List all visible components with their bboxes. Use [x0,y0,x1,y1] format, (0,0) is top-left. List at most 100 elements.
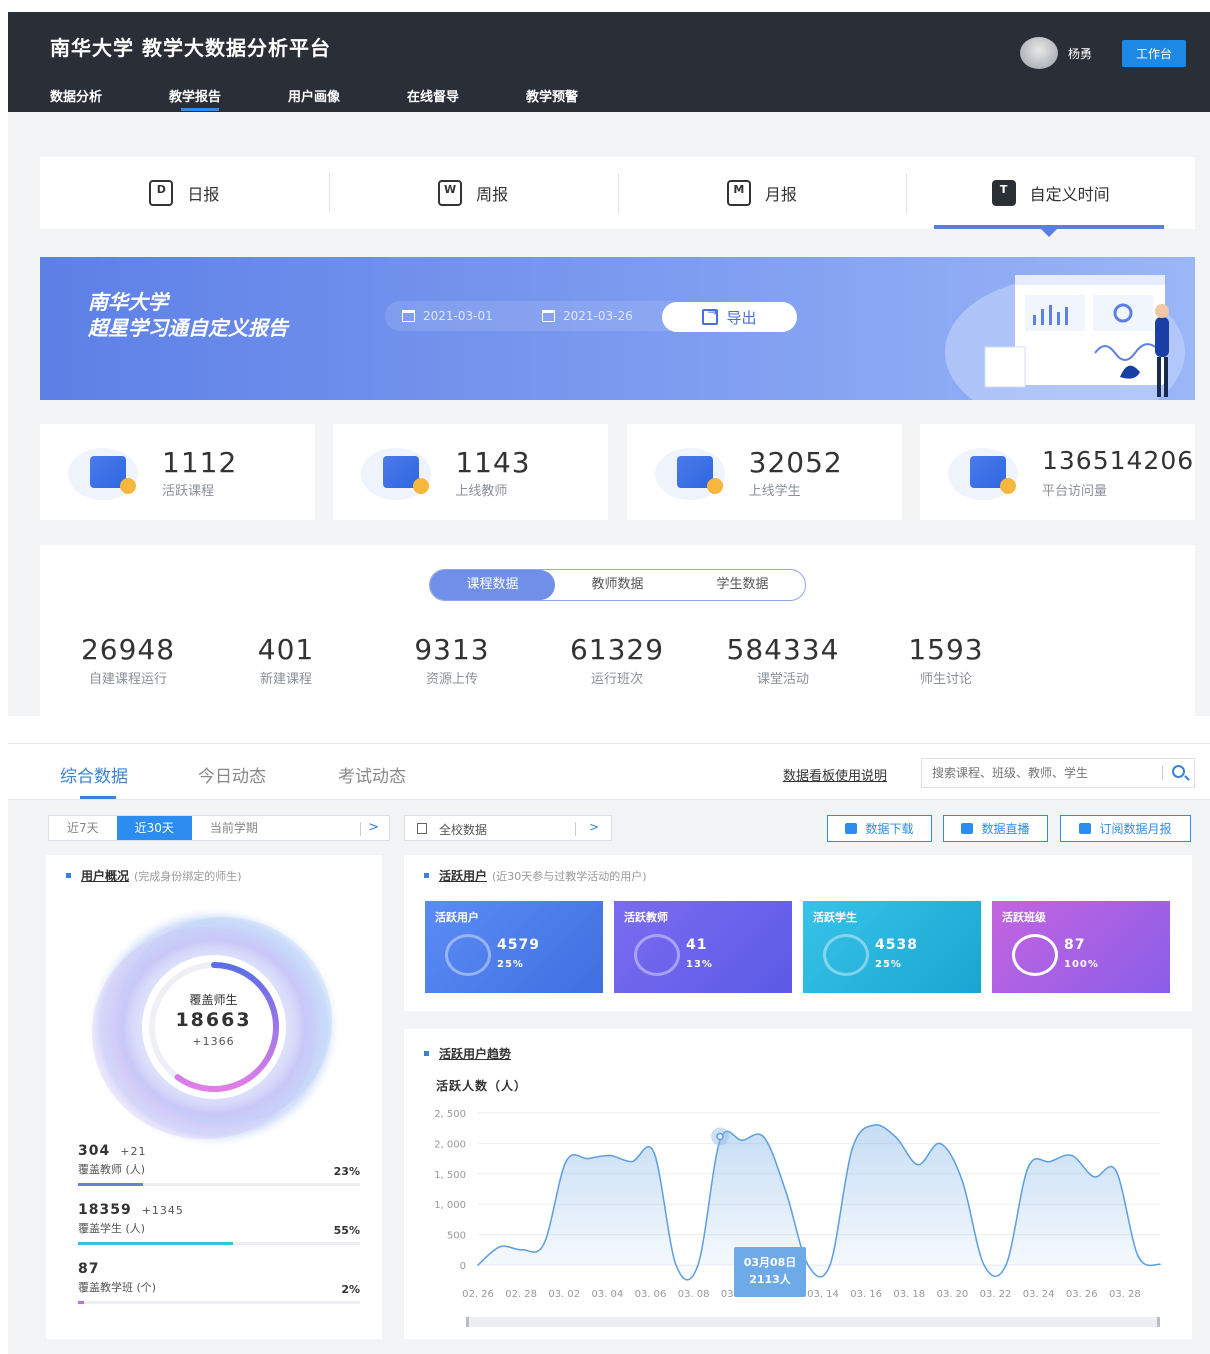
data-point[interactable] [1027,1166,1029,1169]
data-download-button[interactable]: 数据下载 [827,815,932,842]
data-point[interactable] [697,1264,699,1266]
data-point[interactable] [499,1245,501,1248]
data-point[interactable] [1049,1160,1051,1163]
slider-handle-left[interactable] [466,1317,469,1327]
data-type-switch: 课程数据 教师数据 学生数据 [429,569,806,601]
stat-value: 26948 [80,633,176,666]
cov-value: 304 [78,1143,111,1159]
tab-weekly-report[interactable]: W 周报 [328,157,618,229]
highlight-point[interactable] [716,1132,724,1141]
download-icon [845,823,858,834]
data-point[interactable] [631,1160,633,1163]
search-input[interactable] [922,759,1157,787]
data-point[interactable] [895,1136,897,1139]
data-point[interactable] [1159,1263,1161,1266]
filter-last-30-days[interactable]: 近30天 [116,816,192,840]
nav-item-data-analysis[interactable]: 数据分析 [50,86,169,112]
active-tab-pointer [1041,229,1057,237]
course-data-panel: 课程数据 教师数据 学生数据 26948 自建课程运行 401 新建课程 931… [40,545,1195,716]
data-point[interactable] [939,1142,941,1145]
avatar[interactable] [1019,37,1058,69]
workbench-button[interactable]: 工作台 [1121,39,1186,67]
segment-course-data[interactable]: 课程数据 [430,570,555,600]
data-point[interactable] [1115,1169,1117,1172]
tab-label: 自定义时间 [1029,185,1110,204]
x-tick-label: 03. 22 [980,1289,1012,1300]
stat-value: 401 [257,633,315,666]
trend-tooltip: 03月08日 2113人 [734,1247,806,1297]
start-date-picker[interactable]: 2021-03-01 [402,309,493,323]
data-point[interactable] [521,1249,523,1251]
slider-handle-right[interactable] [1157,1317,1160,1327]
tab-custom-time[interactable]: T 自定义时间 [906,157,1195,229]
filter-current-term[interactable]: 当前学期 [192,816,276,840]
card-title: 活跃用户 (近30天参与过教学活动的用户) [424,867,647,884]
top-header: 南华大学 教学大数据分析平台 数据分析 教学报告 用户画像 在线督导 教学预警 … [8,12,1210,112]
x-tick-label: 03. 24 [1023,1289,1055,1300]
tile-active-teachers[interactable]: 活跃教师 41 13% [614,901,792,993]
user-overview-card: 用户概况 (完成身份绑定的师生) 覆盖师生 18663 +1366 304 +2… [46,855,382,1339]
data-point[interactable] [1093,1176,1095,1178]
tile-label: 活跃用户 [435,911,479,924]
nav-item-online-supervision[interactable]: 在线督导 [407,86,526,112]
segment-teacher-data[interactable]: 教师数据 [555,570,680,600]
tile-value: 4579 [497,937,540,953]
cov-progress [78,1183,360,1186]
search-icon[interactable] [1172,765,1185,778]
end-date-picker[interactable]: 2021-03-26 [542,309,633,323]
export-button[interactable]: 导出 [662,302,797,332]
chevron-right-icon[interactable]: > [589,820,599,834]
chart-zoom-slider[interactable] [466,1317,1160,1327]
dashboard-help-link[interactable]: 数据看板使用说明 [783,765,887,784]
stat-class-runs: 61329 运行班次 [562,633,672,687]
chevron-right-icon[interactable]: > [368,820,379,835]
data-point[interactable] [763,1136,765,1139]
scope-filter[interactable]: 全校数据 > [404,815,612,841]
subscribe-report-button[interactable]: 订阅数据月报 [1060,815,1191,842]
data-point[interactable] [961,1179,963,1181]
data-live-button[interactable]: 数据直播 [943,815,1048,842]
y-tick-label: 1, 500 [434,1170,466,1181]
data-point[interactable] [741,1139,743,1142]
filter-last-7-days[interactable]: 近7天 [49,816,117,840]
tab-monthly-report[interactable]: M 月报 [617,157,907,229]
data-point[interactable] [477,1264,479,1266]
data-point[interactable] [565,1160,567,1163]
nav-item-teaching-warning[interactable]: 教学预警 [526,86,645,112]
data-point[interactable] [917,1163,919,1166]
nav-item-user-profile[interactable]: 用户画像 [288,86,407,112]
cov-label: 覆盖教学班 (个) [78,1281,157,1294]
data-point[interactable] [1005,1264,1007,1266]
data-point[interactable] [785,1191,787,1193]
tile-active-users[interactable]: 活跃用户 4579 25% [425,901,603,993]
teacher-icon [361,448,432,500]
stat-label: 运行班次 [590,672,643,687]
tab-today-activity[interactable]: 今日动态 [198,762,266,787]
tile-active-students[interactable]: 活跃学生 4538 25% [803,901,981,993]
tile-active-classes[interactable]: 活跃班级 87 100% [992,901,1170,993]
tab-daily-report[interactable]: D 日报 [40,157,329,229]
banner-title-line2: 超星学习通自定义报告 [88,316,288,340]
data-point[interactable] [873,1124,875,1126]
data-point[interactable] [587,1157,589,1160]
data-point[interactable] [1137,1255,1139,1257]
data-point[interactable] [653,1151,655,1154]
data-point[interactable] [609,1154,611,1157]
weekly-report-icon: W [438,180,463,206]
data-point[interactable] [829,1264,831,1266]
user-name[interactable]: 杨勇 [1068,45,1092,62]
data-point[interactable] [851,1148,853,1151]
data-point[interactable] [983,1264,985,1266]
progress-ring-icon [634,934,680,976]
data-point[interactable] [543,1242,545,1245]
nav-item-teaching-report[interactable]: 教学报告 [169,86,288,112]
tab-overall-data[interactable]: 综合数据 [60,762,128,799]
segment-student-data[interactable]: 学生数据 [680,570,805,600]
course-stats: 26948 自建课程运行 401 新建课程 9313 资源上传 61329 运行… [40,633,1040,693]
data-point[interactable] [807,1264,809,1266]
data-point[interactable] [675,1264,677,1266]
tab-exam-activity[interactable]: 考试动态 [338,762,406,787]
stat-label: 资源上传 [425,672,478,687]
kpi-active-courses: 1112 活跃课程 [40,424,315,520]
data-point[interactable] [1071,1154,1073,1157]
